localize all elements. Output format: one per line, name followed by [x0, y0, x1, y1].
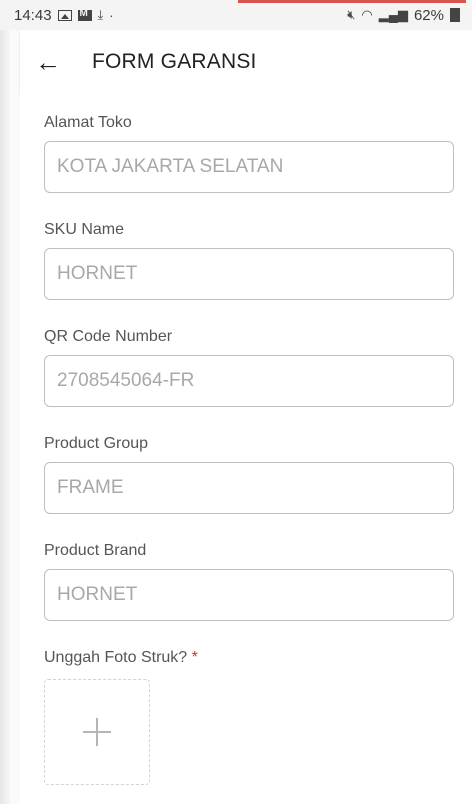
status-left: 14:43 ⤓ ·	[14, 7, 114, 24]
label-alamat-toko: Alamat Toko	[44, 114, 132, 131]
input-qr-code-number[interactable]: 2708545064-FR	[44, 355, 454, 407]
required-mark: *	[191, 649, 198, 666]
upload-label-text: Unggah Foto Struk?	[44, 649, 188, 666]
status-time: 14:43	[14, 6, 52, 24]
plus-icon	[83, 718, 111, 746]
accent-strip	[238, 0, 466, 3]
input-sku-name[interactable]: HORNET	[44, 248, 454, 300]
battery-percent: 62%	[413, 6, 444, 24]
mute-icon: 🔇︎	[347, 7, 356, 22]
back-arrow-icon[interactable]: ←	[20, 30, 76, 94]
label-upload-receipt: Unggah Foto Struk? *	[44, 649, 198, 667]
battery-icon	[450, 8, 460, 22]
mail-notification-icon	[77, 8, 92, 21]
download-icon: ⤓	[97, 7, 104, 22]
label-product-group: Product Group	[44, 435, 149, 452]
upload-photo-button[interactable]	[44, 679, 150, 785]
label-sku-name: SKU Name	[44, 221, 125, 238]
input-alamat-toko[interactable]: KOTA JAKARTA SELATAN	[44, 141, 454, 193]
image-notification-icon	[57, 9, 72, 21]
status-right: 🔇︎ ◠ ▂▄▆ 62%	[347, 7, 460, 24]
screen: 14:43 ⤓ · 🔇︎ ◠ ▂▄▆ 62% ← FORM GARANSI Al…	[0, 0, 472, 804]
input-product-brand[interactable]: HORNET	[44, 569, 454, 621]
form-content: Alamat Toko KOTA JAKARTA SELATAN SKU Nam…	[20, 94, 472, 804]
left-edge-shadow	[0, 0, 10, 804]
label-qr-code-number: QR Code Number	[44, 328, 173, 345]
page-title: FORM GARANSI	[92, 50, 257, 73]
signal-icon: ▂▄▆	[378, 7, 408, 22]
more-notifications-dot: ·	[109, 7, 114, 23]
input-product-group[interactable]: FRAME	[44, 462, 454, 514]
app-bar: ← FORM GARANSI	[20, 30, 472, 94]
wifi-icon: ◠	[361, 7, 373, 22]
label-product-brand: Product Brand	[44, 542, 147, 559]
status-bar: 14:43 ⤓ · 🔇︎ ◠ ▂▄▆ 62%	[0, 0, 472, 30]
